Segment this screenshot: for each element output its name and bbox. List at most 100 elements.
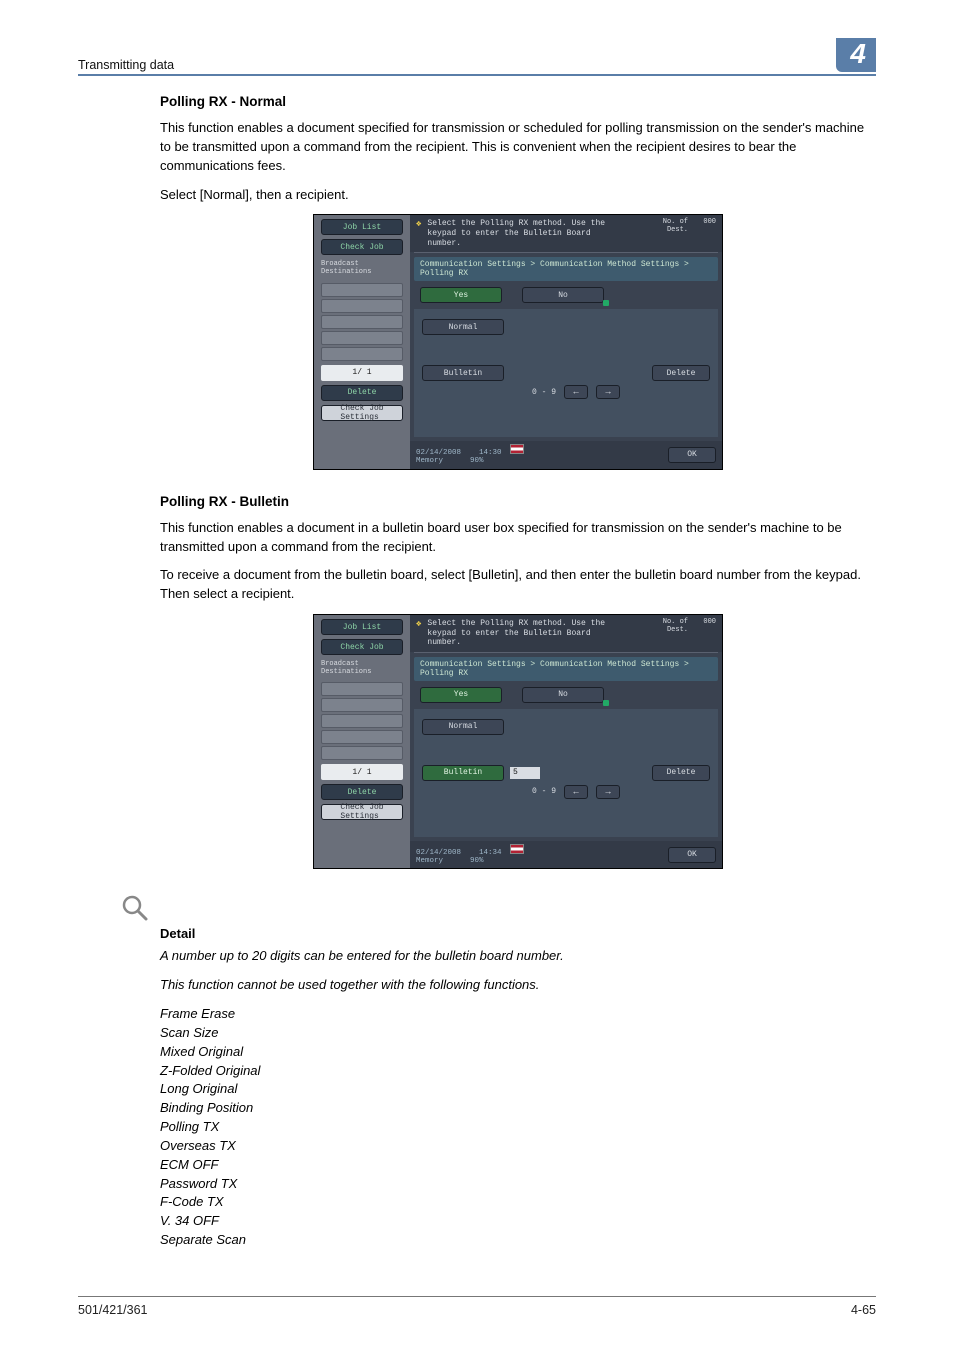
broadcast-destinations-label: BroadcastDestinations xyxy=(321,261,403,276)
detail-function-item: Polling TX xyxy=(160,1118,876,1137)
detail-function-item: Overseas TX xyxy=(160,1137,876,1156)
destination-slot[interactable] xyxy=(321,714,403,728)
job-list-button[interactable]: Job List xyxy=(321,619,403,635)
sidebar: Job List Check Job BroadcastDestinations… xyxy=(314,615,410,868)
detail-note-2: This function cannot be used together wi… xyxy=(160,976,876,995)
instruction-bar: ❖ Select the Polling RX method. Use thek… xyxy=(410,615,722,652)
status-date: 02/14/2008 xyxy=(416,849,461,857)
ok-button[interactable]: OK xyxy=(668,847,716,863)
delete-button[interactable]: Delete xyxy=(652,765,710,781)
destination-slot[interactable] xyxy=(321,746,403,760)
device-screenshot-bulletin: Job List Check Job BroadcastDestinations… xyxy=(160,614,876,869)
memory-label: Memory xyxy=(416,857,443,865)
bulletin-mode-button[interactable]: Bulletin xyxy=(422,765,504,781)
status-bar: 02/14/2008 14:30 Memory 90% OK xyxy=(410,441,722,469)
heading-polling-rx-normal: Polling RX - Normal xyxy=(160,94,876,109)
info-icon: ❖ xyxy=(416,619,421,648)
sidebar-pager: 1/ 1 xyxy=(321,764,403,780)
breadcrumb: Communication Settings > Communication M… xyxy=(414,657,718,681)
polling-rx-panel: Normal Bulletin 5 Delete 0 - 9 ← → xyxy=(414,709,718,837)
no-button[interactable]: No xyxy=(522,287,604,303)
footer-page-number: 4-65 xyxy=(851,1303,876,1317)
dest-count-value: 000 xyxy=(694,219,716,248)
bulletin-number-display: 5 xyxy=(510,767,540,779)
magnifier-icon xyxy=(120,893,150,926)
status-bar: 02/14/2008 14:34 Memory 90% OK xyxy=(410,841,722,869)
yes-button[interactable]: Yes xyxy=(420,287,502,303)
delete-button[interactable]: Delete xyxy=(652,365,710,381)
sidebar-pager: 1/ 1 xyxy=(321,365,403,381)
dest-count-value: 000 xyxy=(694,619,716,648)
broadcast-destinations-label: BroadcastDestinations xyxy=(321,661,403,676)
arrow-left-button[interactable]: ← xyxy=(564,785,588,799)
destination-slots xyxy=(321,682,403,760)
detail-function-item: Z-Folded Original xyxy=(160,1062,876,1081)
detail-heading: Detail xyxy=(160,926,876,941)
input-range-label: 0 - 9 xyxy=(532,388,556,397)
status-date: 02/14/2008 xyxy=(416,449,461,457)
arrow-left-button[interactable]: ← xyxy=(564,385,588,399)
destination-slot[interactable] xyxy=(321,730,403,744)
destination-slot[interactable] xyxy=(321,682,403,696)
sidebar: Job List Check Job BroadcastDestinations… xyxy=(314,215,410,468)
device-screenshot-normal: Job List Check Job BroadcastDestinations… xyxy=(160,214,876,469)
dest-count-label: No. ofDest. xyxy=(663,618,688,634)
bulletin-mode-button[interactable]: Bulletin xyxy=(422,365,504,381)
instruction-bar: ❖ Select the Polling RX method. Use thek… xyxy=(410,215,722,252)
detail-function-item: Mixed Original xyxy=(160,1043,876,1062)
flag-icon xyxy=(510,844,524,854)
check-job-button[interactable]: Check Job xyxy=(321,639,403,655)
memory-value: 90% xyxy=(470,457,484,465)
status-time: 14:30 xyxy=(479,449,502,457)
destination-slot[interactable] xyxy=(321,331,403,345)
sidebar-delete-button[interactable]: Delete xyxy=(321,385,403,401)
instruction-text: Select the Polling RX method. Use thekey… xyxy=(427,619,628,648)
detail-function-item: F-Code TX xyxy=(160,1193,876,1212)
destination-slot[interactable] xyxy=(321,347,403,361)
arrow-right-button[interactable]: → xyxy=(596,785,620,799)
polling-rx-panel: Normal Bulletin Delete 0 - 9 ← → xyxy=(414,309,718,437)
info-icon: ❖ xyxy=(416,219,421,248)
yes-button[interactable]: Yes xyxy=(420,687,502,703)
detail-function-item: V. 34 OFF xyxy=(160,1212,876,1231)
instruction-text: Select the Polling RX method. Use thekey… xyxy=(427,219,628,248)
arrow-right-button[interactable]: → xyxy=(596,385,620,399)
breadcrumb: Communication Settings > Communication M… xyxy=(414,257,718,281)
paragraph: Select [Normal], then a recipient. xyxy=(160,186,876,205)
destination-slot[interactable] xyxy=(321,698,403,712)
paragraph: This function enables a document in a bu… xyxy=(160,519,876,557)
page-footer: 501/421/361 4-65 xyxy=(78,1296,876,1317)
detail-function-item: Long Original xyxy=(160,1080,876,1099)
chapter-number-badge: 4 xyxy=(836,38,876,72)
check-job-settings-button[interactable]: Check JobSettings xyxy=(321,804,403,820)
check-job-button[interactable]: Check Job xyxy=(321,239,403,255)
detail-function-item: Password TX xyxy=(160,1175,876,1194)
job-list-button[interactable]: Job List xyxy=(321,219,403,235)
destination-slot[interactable] xyxy=(321,299,403,313)
detail-function-item: Separate Scan xyxy=(160,1231,876,1250)
running-head: Transmitting data xyxy=(78,58,174,72)
detail-function-item: Scan Size xyxy=(160,1024,876,1043)
status-time: 14:34 xyxy=(479,849,502,857)
detail-function-list: Frame EraseScan SizeMixed OriginalZ-Fold… xyxy=(160,1005,876,1250)
detail-note-1: A number up to 20 digits can be entered … xyxy=(160,947,876,966)
no-button[interactable]: No xyxy=(522,687,604,703)
dest-count-label: No. ofDest. xyxy=(663,218,688,234)
destination-slot[interactable] xyxy=(321,315,403,329)
sidebar-delete-button[interactable]: Delete xyxy=(321,784,403,800)
flag-icon xyxy=(510,444,524,454)
footer-model: 501/421/361 xyxy=(78,1303,148,1317)
input-range-label: 0 - 9 xyxy=(532,787,556,796)
normal-mode-button[interactable]: Normal xyxy=(422,319,504,335)
destination-slots xyxy=(321,283,403,361)
detail-function-item: Binding Position xyxy=(160,1099,876,1118)
heading-polling-rx-bulletin: Polling RX - Bulletin xyxy=(160,494,876,509)
paragraph: This function enables a document specifi… xyxy=(160,119,876,176)
paragraph: To receive a document from the bulletin … xyxy=(160,566,876,604)
ok-button[interactable]: OK xyxy=(668,447,716,463)
normal-mode-button[interactable]: Normal xyxy=(422,719,504,735)
destination-slot[interactable] xyxy=(321,283,403,297)
memory-label: Memory xyxy=(416,457,443,465)
check-job-settings-button[interactable]: Check JobSettings xyxy=(321,405,403,421)
detail-function-item: Frame Erase xyxy=(160,1005,876,1024)
